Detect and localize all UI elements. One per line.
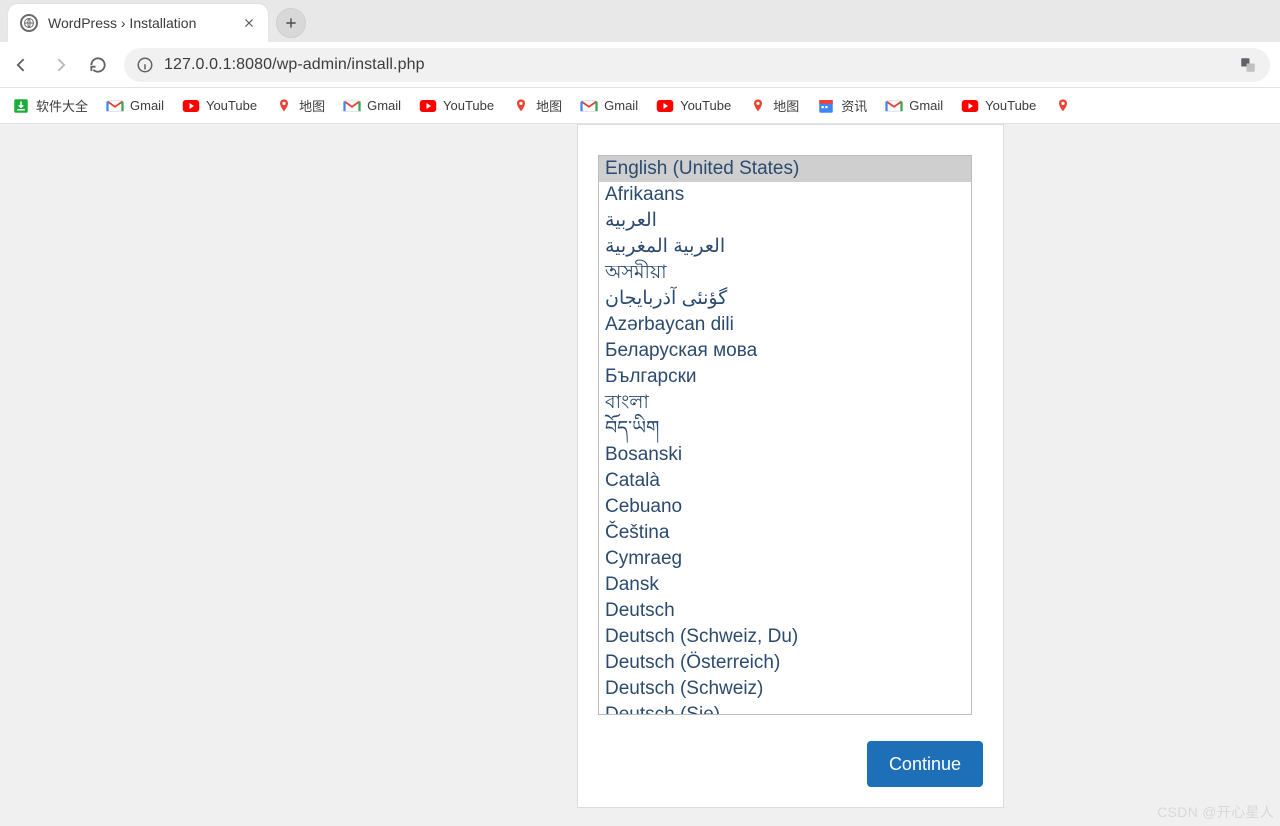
bookmark-item[interactable]: Gmail <box>106 97 164 115</box>
language-option[interactable]: Afrikaans <box>599 182 971 208</box>
language-option[interactable]: العربية المغربية <box>599 234 971 260</box>
language-option[interactable]: Cebuano <box>599 494 971 520</box>
tab-close-button[interactable] <box>242 16 256 30</box>
bookmark-item[interactable]: YouTube <box>182 97 257 115</box>
bookmark-item[interactable]: Gmail <box>885 97 943 115</box>
bookmark-label: YouTube <box>206 98 257 113</box>
download-icon <box>12 97 30 115</box>
url-text: 127.0.0.1:8080/wp-admin/install.php <box>164 56 1228 74</box>
language-option[interactable]: Cymraeg <box>599 546 971 572</box>
bookmark-item[interactable] <box>1054 97 1072 115</box>
bookmark-label: Gmail <box>130 98 164 113</box>
bookmark-label: 地图 <box>773 96 799 115</box>
bookmark-label: 地图 <box>299 96 325 115</box>
language-option[interactable]: Bosanski <box>599 442 971 468</box>
bookmark-label: 资讯 <box>841 96 867 115</box>
bookmark-item[interactable]: YouTube <box>961 97 1036 115</box>
language-option[interactable]: Български <box>599 364 971 390</box>
new-tab-button[interactable] <box>276 8 306 38</box>
globe-icon <box>20 14 38 32</box>
toolbar: 127.0.0.1:8080/wp-admin/install.php <box>0 42 1280 88</box>
reload-button[interactable] <box>86 53 110 77</box>
bookmark-label: YouTube <box>985 98 1036 113</box>
language-option[interactable]: Беларуская мова <box>599 338 971 364</box>
language-option[interactable]: Deutsch (Sie) <box>599 702 971 715</box>
language-option[interactable]: བོད་ཡིག <box>599 416 971 442</box>
bookmarks-bar: 软件大全 Gmail YouTube 地图 Gmail YouTube 地图 Gmail You… <box>0 88 1280 124</box>
gmail-icon <box>343 97 361 115</box>
youtube-icon <box>961 97 979 115</box>
language-option[interactable]: Català <box>599 468 971 494</box>
language-option[interactable]: বাংলা <box>599 390 971 416</box>
language-option[interactable]: English (United States) <box>599 156 971 182</box>
language-option[interactable]: Deutsch (Schweiz, Du) <box>599 624 971 650</box>
language-option[interactable]: Azərbaycan dili <box>599 312 971 338</box>
translate-icon[interactable] <box>1238 55 1258 75</box>
page-content: English (United States)Afrikaansالعربيةا… <box>0 124 1280 826</box>
bookmark-item[interactable]: Gmail <box>580 97 638 115</box>
browser-tab[interactable]: WordPress › Installation <box>8 4 268 42</box>
bookmark-item[interactable]: 资讯 <box>817 96 867 115</box>
youtube-icon <box>419 97 437 115</box>
bookmark-item[interactable]: 地图 <box>275 96 325 115</box>
tab-strip: WordPress › Installation <box>0 0 1280 42</box>
language-option[interactable]: Deutsch (Schweiz) <box>599 676 971 702</box>
tab-title: WordPress › Installation <box>48 15 232 31</box>
bookmark-label: YouTube <box>680 98 731 113</box>
bookmark-label: Gmail <box>604 98 638 113</box>
youtube-icon <box>656 97 674 115</box>
language-option[interactable]: Čeština <box>599 520 971 546</box>
bookmark-label: Gmail <box>909 98 943 113</box>
language-option[interactable]: گؤنئی آذربایجان <box>599 286 971 312</box>
bookmark-item[interactable]: YouTube <box>419 97 494 115</box>
gmail-icon <box>106 97 124 115</box>
gmail-icon <box>885 97 903 115</box>
watermark: CSDN @开心星人 <box>1157 802 1274 822</box>
language-select[interactable]: English (United States)Afrikaansالعربيةا… <box>598 155 972 715</box>
bookmark-item[interactable]: 地图 <box>749 96 799 115</box>
maps-icon <box>1054 97 1072 115</box>
language-option[interactable]: Deutsch (Österreich) <box>599 650 971 676</box>
calendar-icon <box>817 97 835 115</box>
bookmark-label: 地图 <box>536 96 562 115</box>
language-option[interactable]: অসমীয়া <box>599 260 971 286</box>
bookmark-label: Gmail <box>367 98 401 113</box>
language-option[interactable]: Deutsch <box>599 598 971 624</box>
bookmark-item[interactable]: Gmail <box>343 97 401 115</box>
language-option[interactable]: العربية <box>599 208 971 234</box>
language-option[interactable]: Dansk <box>599 572 971 598</box>
gmail-icon <box>580 97 598 115</box>
site-info-icon[interactable] <box>136 56 154 74</box>
install-card: English (United States)Afrikaansالعربيةا… <box>577 124 1004 808</box>
bookmark-item[interactable]: YouTube <box>656 97 731 115</box>
bookmark-label: 软件大全 <box>36 96 88 115</box>
youtube-icon <box>182 97 200 115</box>
back-button[interactable] <box>10 53 34 77</box>
browser-chrome: WordPress › Installation 127.0.0.1:8080/… <box>0 0 1280 124</box>
address-bar[interactable]: 127.0.0.1:8080/wp-admin/install.php <box>124 48 1270 82</box>
bookmark-item[interactable]: 软件大全 <box>12 96 88 115</box>
continue-button[interactable]: Continue <box>867 741 983 787</box>
maps-icon <box>512 97 530 115</box>
maps-icon <box>275 97 293 115</box>
bookmark-item[interactable]: 地图 <box>512 96 562 115</box>
maps-icon <box>749 97 767 115</box>
bookmark-label: YouTube <box>443 98 494 113</box>
forward-button[interactable] <box>48 53 72 77</box>
